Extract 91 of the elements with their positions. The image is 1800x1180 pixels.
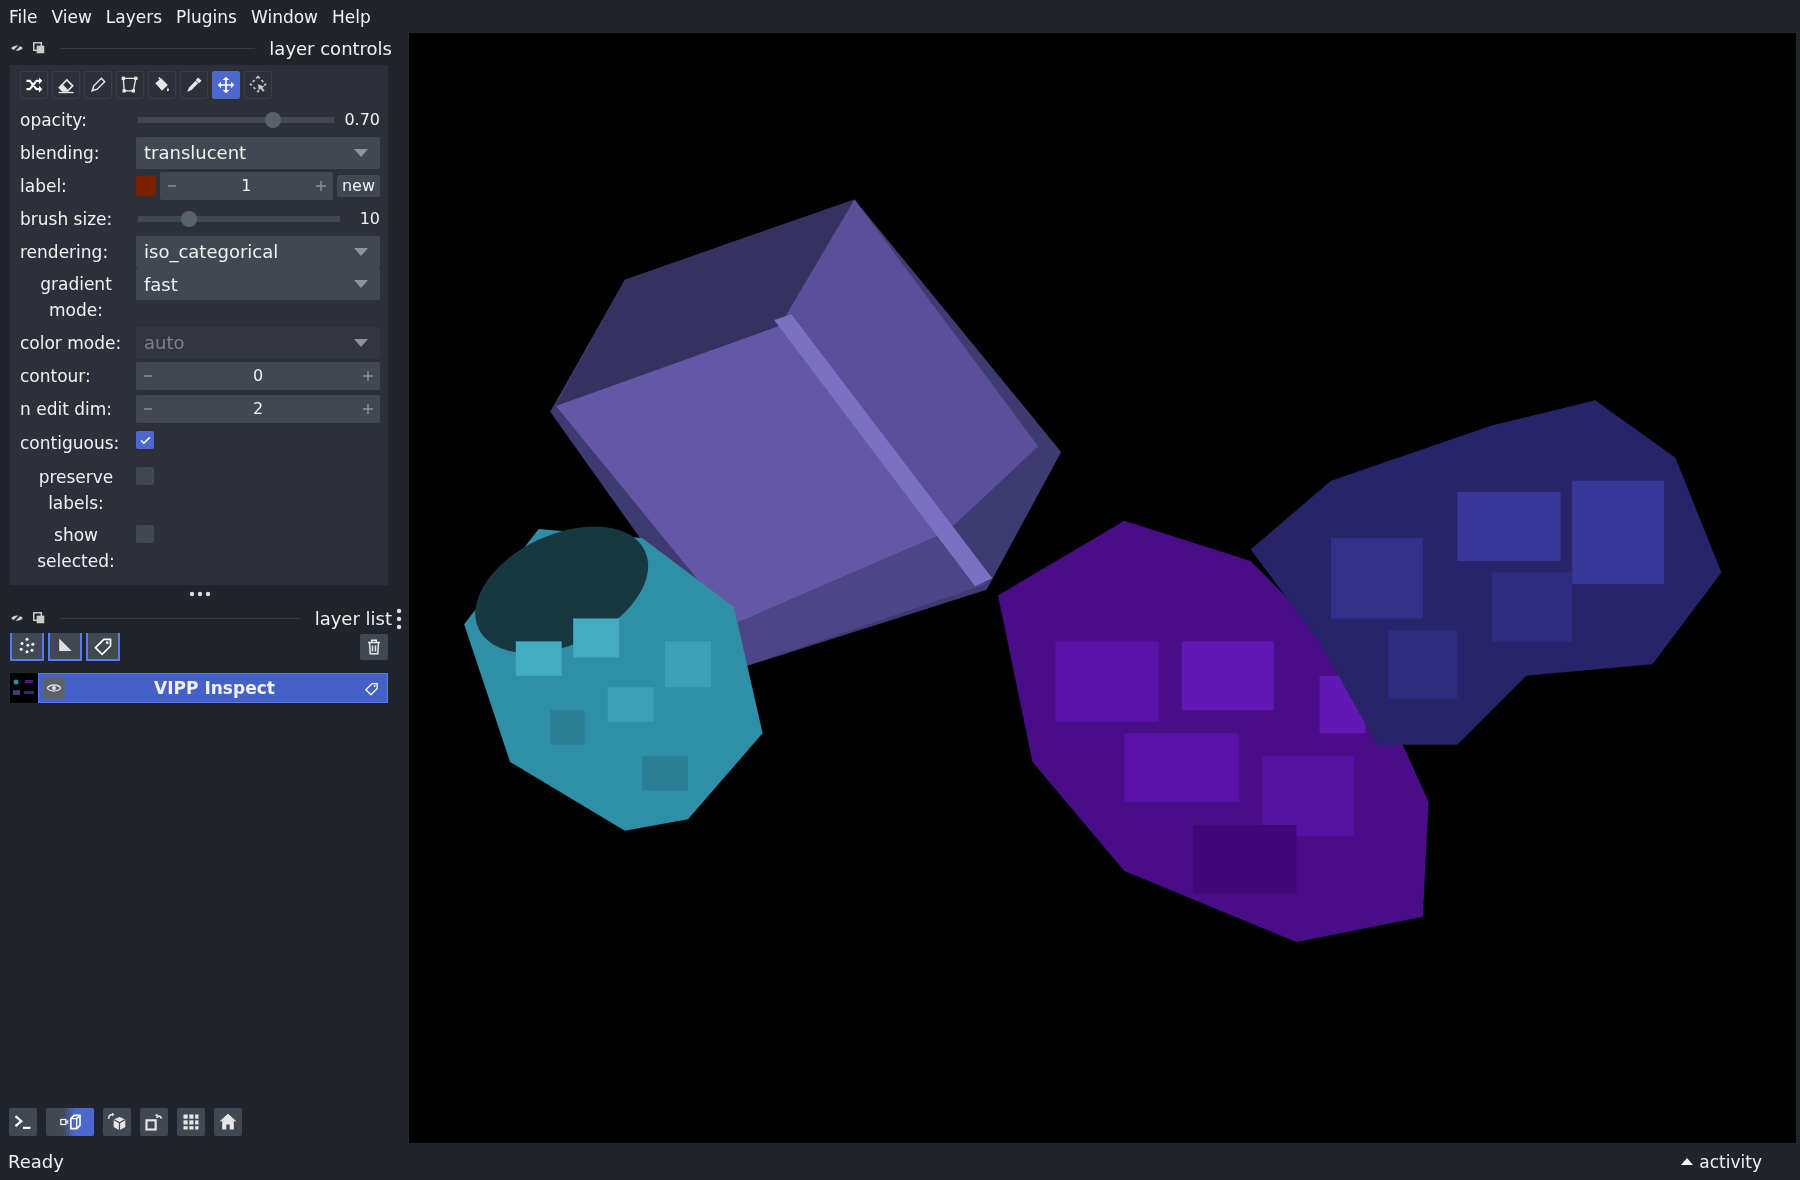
dropdown-value: translucent: [144, 142, 247, 163]
field-label: label:: [20, 174, 68, 198]
slider-thumb[interactable]: [265, 111, 282, 128]
points-layer-button[interactable]: [10, 633, 44, 661]
polygon-tool-button[interactable]: [116, 71, 144, 99]
field-label: gradient mode:: [39, 273, 113, 322]
field-label: contour:: [20, 364, 92, 388]
delete-layer-button[interactable]: [360, 634, 388, 660]
splitter-handle-icon[interactable]: [396, 608, 402, 630]
grid-button[interactable]: [177, 1108, 205, 1136]
menu-item[interactable]: Plugins: [169, 4, 244, 29]
field-label: blending:: [20, 141, 101, 165]
transpose-icon: [144, 1112, 164, 1132]
caret-icon: [354, 148, 368, 157]
home-icon: [218, 1112, 238, 1132]
new-label-button[interactable]: new: [336, 174, 380, 197]
dropdown[interactable]: iso_categorical: [136, 235, 380, 268]
layer-item[interactable]: VIPP Inspect: [38, 673, 388, 703]
field-label: n edit dim:: [20, 397, 114, 421]
field-label: preserve labels:: [37, 466, 115, 515]
dashed-select-icon: [248, 75, 268, 95]
transpose-button[interactable]: [140, 1108, 168, 1136]
caret-icon: [354, 338, 368, 347]
layer-thumbnail: [10, 673, 38, 703]
drag-handle-icon[interactable]: [189, 591, 211, 597]
spin-value: 1: [241, 176, 252, 195]
slider-value: 10: [358, 209, 380, 228]
float-icon[interactable]: [32, 611, 46, 625]
polygon-icon: [120, 75, 140, 95]
plus-icon: [314, 179, 327, 192]
plus-icon: [362, 402, 374, 415]
dropdown-value: iso_categorical: [144, 241, 279, 262]
triangle-icon: [1681, 1158, 1694, 1165]
activity-button[interactable]: activity: [1681, 1151, 1792, 1172]
paint-bucket-tool-button[interactable]: [148, 71, 176, 99]
menu-item[interactable]: Window: [243, 4, 325, 29]
grid-icon: [181, 1112, 201, 1132]
rotate-cube-icon: [107, 1112, 127, 1132]
dropdown[interactable]: translucent: [136, 136, 380, 169]
menu-item[interactable]: File: [2, 4, 45, 29]
field-label: brush size:: [20, 207, 114, 231]
dropdown-value: auto: [144, 332, 185, 353]
menu-item[interactable]: Layers: [98, 4, 170, 29]
spin-box[interactable]: 2: [136, 394, 380, 423]
caret-icon: [354, 247, 368, 256]
trash-icon: [365, 638, 383, 656]
menu-item[interactable]: View: [44, 4, 99, 29]
field-label: show selected:: [36, 524, 116, 573]
dropdown[interactable]: fast: [136, 268, 380, 300]
spin-box[interactable]: 0: [136, 361, 380, 390]
rotate-cube-button[interactable]: [103, 1108, 131, 1136]
dock-title: layer list: [314, 607, 392, 629]
float-icon[interactable]: [32, 41, 46, 55]
field-label: color mode:: [20, 331, 123, 355]
move-icon: [216, 75, 236, 95]
shuffle-icon: [24, 75, 44, 95]
spin-value: 2: [252, 399, 264, 418]
shuffle-tool-button[interactable]: [20, 71, 48, 99]
tag-icon: [364, 680, 379, 696]
caret-icon: [354, 280, 368, 288]
visibility-toggle[interactable]: [43, 677, 65, 699]
shape-layer-button[interactable]: [48, 633, 82, 661]
plus-icon: [362, 369, 374, 382]
dock-title: layer controls: [269, 37, 392, 59]
menu-item[interactable]: Help: [325, 4, 378, 29]
spin-value: 0: [252, 366, 264, 385]
eraser-tool-button[interactable]: [52, 71, 80, 99]
points-icon: [17, 636, 37, 656]
cube-toggle-button[interactable]: [46, 1108, 94, 1136]
dropper-tool-button[interactable]: [180, 71, 208, 99]
dropdown-value: fast: [144, 273, 178, 295]
field-label: rendering:: [20, 240, 110, 264]
dropper-icon: [184, 75, 204, 95]
pencil-tool-button[interactable]: [84, 71, 112, 99]
checkbox[interactable]: [136, 525, 154, 543]
tag-icon: [93, 636, 113, 656]
checkbox[interactable]: [136, 431, 154, 449]
checkbox[interactable]: [136, 467, 154, 485]
layer-name: VIPP Inspect: [153, 678, 276, 698]
tag-layer-button[interactable]: [86, 633, 120, 661]
home-button[interactable]: [214, 1108, 242, 1136]
slider-value: 0.70: [344, 110, 380, 129]
status-message: Ready: [8, 1151, 64, 1172]
move-tool-button[interactable]: [212, 71, 240, 99]
field-label: contiguous:: [20, 432, 121, 455]
pencil-icon: [88, 75, 108, 95]
dashed-select-tool-button[interactable]: [244, 71, 272, 99]
console-button[interactable]: [9, 1108, 37, 1136]
spin-box[interactable]: 1: [160, 171, 333, 200]
field-label: opacity:: [20, 108, 88, 132]
slider-thumb[interactable]: [180, 210, 197, 227]
